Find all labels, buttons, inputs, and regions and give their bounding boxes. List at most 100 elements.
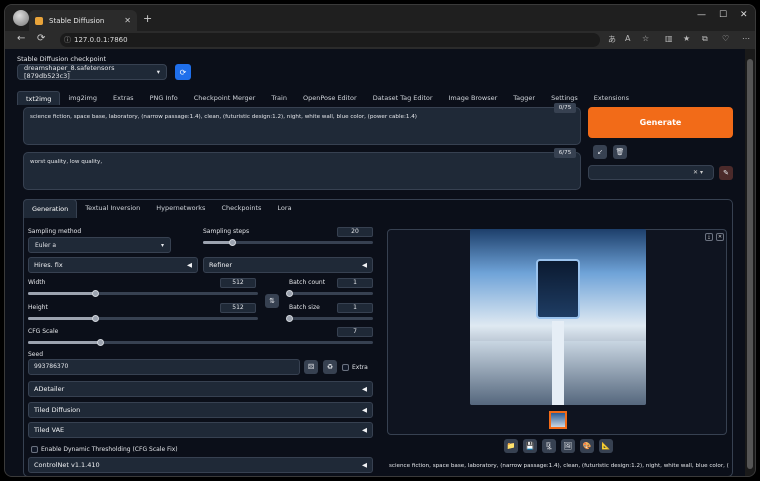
- styles-dropdown[interactable]: ✕ ▾: [588, 165, 714, 180]
- adetailer-accordion[interactable]: ADetailer ◀: [28, 381, 373, 397]
- cfg-scale-input[interactable]: 7: [337, 327, 373, 337]
- width-slider[interactable]: [28, 290, 258, 297]
- width-input[interactable]: 512: [220, 278, 256, 288]
- cfg-scale-slider[interactable]: [28, 339, 373, 346]
- site-info-icon[interactable]: ⓘ: [64, 35, 71, 45]
- browser-window: Stable Diffusion ✕ + — ☐ ✕ ← ⟳ ⓘ 127.0.0…: [4, 4, 756, 477]
- maximize-button[interactable]: ☐: [719, 10, 727, 20]
- caret-left-icon: ◀: [362, 406, 367, 414]
- clear-prompt-button[interactable]: 🗑: [613, 145, 627, 159]
- caret-left-icon: ◀: [362, 385, 367, 393]
- controlnet-accordion[interactable]: ControlNet v1.1.410 ◀: [28, 457, 373, 473]
- favorites-bar-icon[interactable]: ★: [683, 34, 690, 43]
- send-to-extras-button[interactable]: 📐: [599, 439, 613, 453]
- generate-button[interactable]: Generate: [588, 107, 733, 138]
- refresh-icon[interactable]: ⟳: [37, 33, 45, 44]
- caret-left-icon: ◀: [362, 261, 367, 269]
- image-thumbnail[interactable]: [549, 411, 567, 429]
- height-slider[interactable]: [28, 315, 258, 322]
- tab-png-info[interactable]: PNG Info: [142, 91, 186, 105]
- tab-lora[interactable]: Lora: [269, 199, 299, 218]
- send-to-inpaint-button[interactable]: 🎨: [580, 439, 594, 453]
- send-to-img2img-button[interactable]: 🖼: [561, 439, 575, 453]
- tab-textual-inversion[interactable]: Textual Inversion: [77, 199, 148, 218]
- webui-page: Stable Diffusion checkpoint dreamshaper_…: [5, 49, 747, 476]
- height-input[interactable]: 512: [220, 303, 256, 313]
- refresh-checkpoint-button[interactable]: ⟳: [175, 64, 191, 80]
- tab-img2img[interactable]: img2img: [60, 91, 105, 105]
- brush-icon: ✎: [723, 169, 729, 177]
- zip-button[interactable]: 🗜: [542, 439, 556, 453]
- width-label: Width: [28, 279, 46, 286]
- dynamic-thresholding-checkbox[interactable]: [31, 446, 38, 453]
- extra-label: Extra: [352, 364, 368, 371]
- batch-count-input[interactable]: 1: [337, 278, 373, 288]
- tab-train[interactable]: Train: [263, 91, 295, 105]
- sampling-steps-slider[interactable]: [203, 239, 373, 246]
- seed-input[interactable]: 993786370: [28, 359, 300, 375]
- open-folder-button[interactable]: 📁: [504, 439, 518, 453]
- caret-left-icon: ◀: [362, 461, 367, 469]
- browser-tab[interactable]: Stable Diffusion ✕: [29, 10, 137, 31]
- height-label: Height: [28, 304, 48, 311]
- tab-checkpoints[interactable]: Checkpoints: [213, 199, 269, 218]
- split-screen-icon[interactable]: ▥: [665, 34, 673, 43]
- tab-extras[interactable]: Extras: [105, 91, 142, 105]
- sampling-method-dropdown[interactable]: Euler a ▾: [28, 237, 171, 253]
- reuse-seed-button[interactable]: ♻: [323, 360, 337, 374]
- tab-extensions[interactable]: Extensions: [586, 91, 637, 105]
- save-button[interactable]: 💾: [523, 439, 537, 453]
- caret-left-icon: ◀: [187, 261, 192, 269]
- read-aloud-icon[interactable]: A: [625, 34, 630, 43]
- profile-avatar[interactable]: [13, 10, 29, 26]
- edit-styles-button[interactable]: ✎: [719, 166, 733, 180]
- dynamic-thresholding-label: Enable Dynamic Thresholding (CFG Scale F…: [41, 446, 178, 453]
- sampling-steps-input[interactable]: 20: [337, 227, 373, 237]
- address-bar-row: ← ⟳ ⓘ 127.0.0.1:7860 あ A ☆ ▥ ★ ⧉ ♡ ⋯: [5, 31, 755, 49]
- generated-image[interactable]: [470, 229, 646, 405]
- tab-txt2img[interactable]: txt2img: [17, 91, 61, 105]
- menu-icon[interactable]: ⋯: [742, 34, 750, 43]
- page-scrollbar[interactable]: [745, 49, 755, 476]
- prompt-token-counter: 0/75: [554, 103, 576, 113]
- close-window-button[interactable]: ✕: [740, 10, 748, 20]
- url-field[interactable]: ⓘ 127.0.0.1:7860: [60, 33, 600, 47]
- tab-openpose-editor[interactable]: OpenPose Editor: [295, 91, 365, 105]
- checkpoint-dropdown[interactable]: dreamshaper_8.safetensors [879db523c3] ▾: [17, 64, 167, 80]
- favorite-icon[interactable]: ☆: [642, 34, 649, 43]
- tab-hypernetworks[interactable]: Hypernetworks: [148, 199, 213, 218]
- random-seed-button[interactable]: ⚄: [304, 360, 318, 374]
- tiled-diffusion-accordion[interactable]: Tiled Diffusion ◀: [28, 402, 373, 418]
- sampling-method-value: Euler a: [35, 241, 57, 249]
- read-params-button[interactable]: ↙: [593, 145, 607, 159]
- scrollbar-thumb[interactable]: [747, 59, 753, 469]
- tab-dataset-tag-editor[interactable]: Dataset Tag Editor: [365, 91, 441, 105]
- batch-count-slider[interactable]: [286, 290, 373, 297]
- sampling-method-label: Sampling method: [28, 228, 82, 235]
- minimize-button[interactable]: —: [697, 10, 706, 20]
- negative-prompt-input[interactable]: worst quality, low quality,: [23, 152, 581, 190]
- new-tab-button[interactable]: +: [143, 12, 152, 25]
- extra-seed-checkbox[interactable]: [342, 364, 349, 371]
- batch-count-label: Batch count: [289, 279, 326, 286]
- cfg-scale-label: CFG Scale: [28, 328, 59, 335]
- hires-fix-accordion[interactable]: Hires. fix ◀: [28, 257, 198, 273]
- tiled-vae-accordion[interactable]: Tiled VAE ◀: [28, 422, 373, 438]
- refiner-accordion[interactable]: Refiner ◀: [203, 257, 373, 273]
- tab-checkpoint-merger[interactable]: Checkpoint Merger: [186, 91, 264, 105]
- tab-tagger[interactable]: Tagger: [505, 91, 543, 105]
- download-icon[interactable]: ⤓: [705, 233, 713, 241]
- swap-dimensions-button[interactable]: ⇅: [265, 294, 279, 308]
- collections-icon[interactable]: ⧉: [702, 34, 708, 44]
- tab-generation[interactable]: Generation: [23, 199, 78, 218]
- generation-info-text: science fiction, space base, laboratory,…: [389, 463, 729, 469]
- translate-icon[interactable]: あ: [608, 34, 616, 45]
- close-icon[interactable]: ✕: [716, 233, 724, 241]
- tab-image-browser[interactable]: Image Browser: [441, 91, 506, 105]
- batch-size-slider[interactable]: [286, 315, 373, 322]
- back-icon[interactable]: ←: [17, 33, 25, 44]
- prompt-input[interactable]: science fiction, space base, laboratory,…: [23, 107, 581, 145]
- tab-close-icon[interactable]: ✕: [124, 16, 131, 25]
- batch-size-input[interactable]: 1: [337, 303, 373, 313]
- extensions-icon[interactable]: ♡: [722, 34, 729, 43]
